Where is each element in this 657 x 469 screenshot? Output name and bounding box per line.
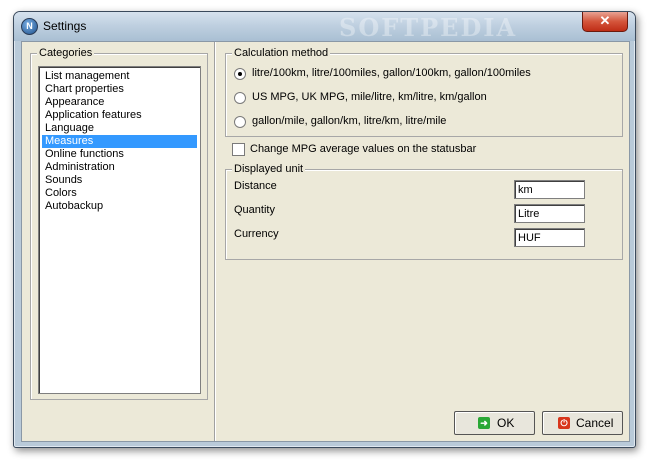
statusbar-checkbox[interactable] [232,143,245,156]
categories-group: Categories List management Chart properti… [30,47,208,400]
check-arrow-icon: ➜ [478,417,490,429]
vertical-divider [214,42,216,441]
radio-button[interactable] [234,116,246,128]
calc-option-label: gallon/mile, gallon/km, litre/km, litre/… [252,115,447,127]
calculation-method-legend: Calculation method [232,47,331,59]
category-item[interactable]: Appearance [42,96,197,109]
category-item[interactable]: List management [42,70,197,83]
power-cancel-icon: ⏻ [558,417,570,429]
calc-option-label: US MPG, UK MPG, mile/litre, km/litre, km… [252,91,487,103]
quantity-label: Quantity [234,204,275,216]
cancel-button-label: Cancel [576,416,614,430]
displayed-unit-group: Displayed unit Distance km Quantity Litr… [225,163,623,260]
radio-button[interactable] [234,68,246,80]
cancel-button[interactable]: ⏻ Cancel [542,411,623,435]
dialog-client-area: Categories List management Chart properti… [21,41,630,442]
categories-legend: Categories [37,47,95,59]
close-button[interactable]: ✕ [582,12,628,32]
calculation-method-group: Calculation method litre/100km, litre/10… [225,47,623,137]
radio-button[interactable] [234,92,246,104]
calc-option-label: litre/100km, litre/100miles, gallon/100k… [252,67,531,79]
statusbar-checkbox-label: Change MPG average values on the statusb… [250,143,477,155]
category-item[interactable]: Language [42,122,197,135]
category-item[interactable]: Sounds [42,174,197,187]
category-item[interactable]: Chart properties [42,83,197,96]
displayed-unit-legend: Displayed unit [232,163,306,175]
category-item[interactable]: Autobackup [42,200,197,213]
title-bar[interactable]: N Settings SOFTPEDIA ✕ [14,12,635,42]
currency-field[interactable]: HUF [514,228,585,247]
category-item[interactable]: Online functions [42,148,197,161]
settings-window: N Settings SOFTPEDIA ✕ Categories List m… [13,11,636,448]
distance-label: Distance [234,180,277,192]
currency-label: Currency [234,228,279,240]
categories-listbox[interactable]: List management Chart properties Appearanc… [38,66,201,394]
window-title: Settings [43,19,87,33]
distance-field[interactable]: km [514,180,585,199]
category-item[interactable]: Application features [42,109,197,122]
categories-list: List management Chart properties Appearanc… [39,70,200,213]
app-logo-icon: N [21,18,38,35]
ok-button-label: OK [497,416,515,430]
quantity-field[interactable]: Litre [514,204,585,223]
ok-button[interactable]: ➜ OK [454,411,535,435]
category-item[interactable]: Colors [42,187,197,200]
category-item[interactable]: Measures [42,135,197,148]
softpedia-watermark: SOFTPEDIA [339,13,518,42]
category-item[interactable]: Administration [42,161,197,174]
